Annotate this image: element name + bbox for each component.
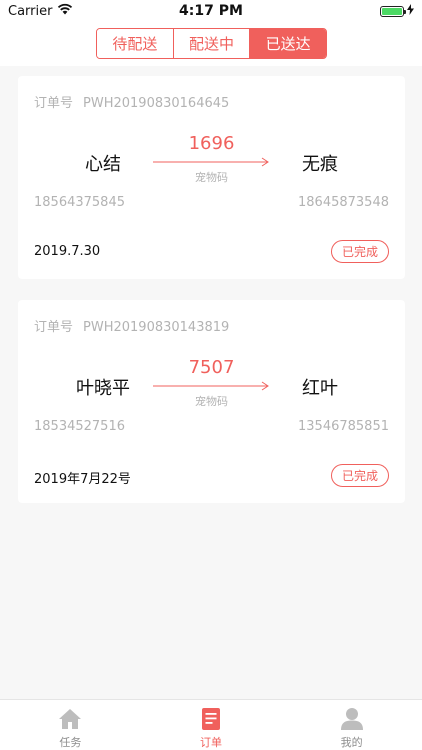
segment-delivered[interactable]: 已送达 [250, 29, 326, 58]
order-card[interactable]: 订单号 PWH20190830143819 叶晓平 7507 宠物码 红叶 185… [18, 300, 405, 503]
status-bar: Carrier 4:17 PM [0, 0, 422, 22]
status-badge: 已完成 [331, 464, 389, 487]
receiver-name: 红叶 [302, 378, 338, 399]
receiver-phone: 18645873548 [298, 195, 389, 210]
receiver-phone: 13546785851 [298, 419, 389, 434]
order-icon [198, 706, 224, 732]
order-number: PWH20190830143819 [83, 320, 230, 335]
user-icon [339, 706, 365, 732]
arrow-right-icon [153, 381, 269, 391]
battery-icon [380, 6, 406, 17]
status-right [380, 4, 414, 19]
tab-orders-label: 订单 [200, 736, 222, 749]
header: 待配送 配送中 已送达 [0, 22, 422, 66]
status-badge: 已完成 [331, 240, 389, 263]
sender-phone: 18564375845 [34, 195, 125, 210]
tab-orders[interactable]: 订单 [141, 700, 282, 750]
tab-profile[interactable]: 我的 [281, 700, 422, 750]
receiver-name: 无痕 [302, 154, 338, 175]
segment-delivering[interactable]: 配送中 [173, 29, 251, 58]
sender-phone: 18534527516 [34, 419, 125, 434]
tab-tasks[interactable]: 任务 [0, 700, 141, 750]
order-number-row: 订单号 PWH20190830164645 [34, 92, 229, 111]
order-number-label: 订单号 [34, 320, 74, 335]
order-date: 2019.7.30 [34, 244, 101, 259]
tab-bar: 任务 订单 我的 [0, 699, 422, 750]
tab-profile-label: 我的 [340, 736, 363, 749]
order-card[interactable]: 订单号 PWH20190830164645 心结 1696 宠物码 无痕 1856… [18, 76, 405, 279]
status-segmented-control: 待配送 配送中 已送达 [96, 28, 327, 59]
charging-icon [407, 4, 414, 19]
order-number-row: 订单号 PWH20190830143819 [34, 316, 229, 335]
arrow-right-icon [153, 157, 269, 167]
status-time: 4:17 PM [179, 3, 243, 19]
order-number: PWH20190830164645 [83, 96, 230, 111]
tab-tasks-label: 任务 [59, 736, 82, 749]
order-number-label: 订单号 [34, 96, 74, 111]
order-date: 2019年7月22号 [34, 472, 131, 487]
home-icon [57, 706, 83, 732]
segment-pending[interactable]: 待配送 [97, 29, 174, 58]
